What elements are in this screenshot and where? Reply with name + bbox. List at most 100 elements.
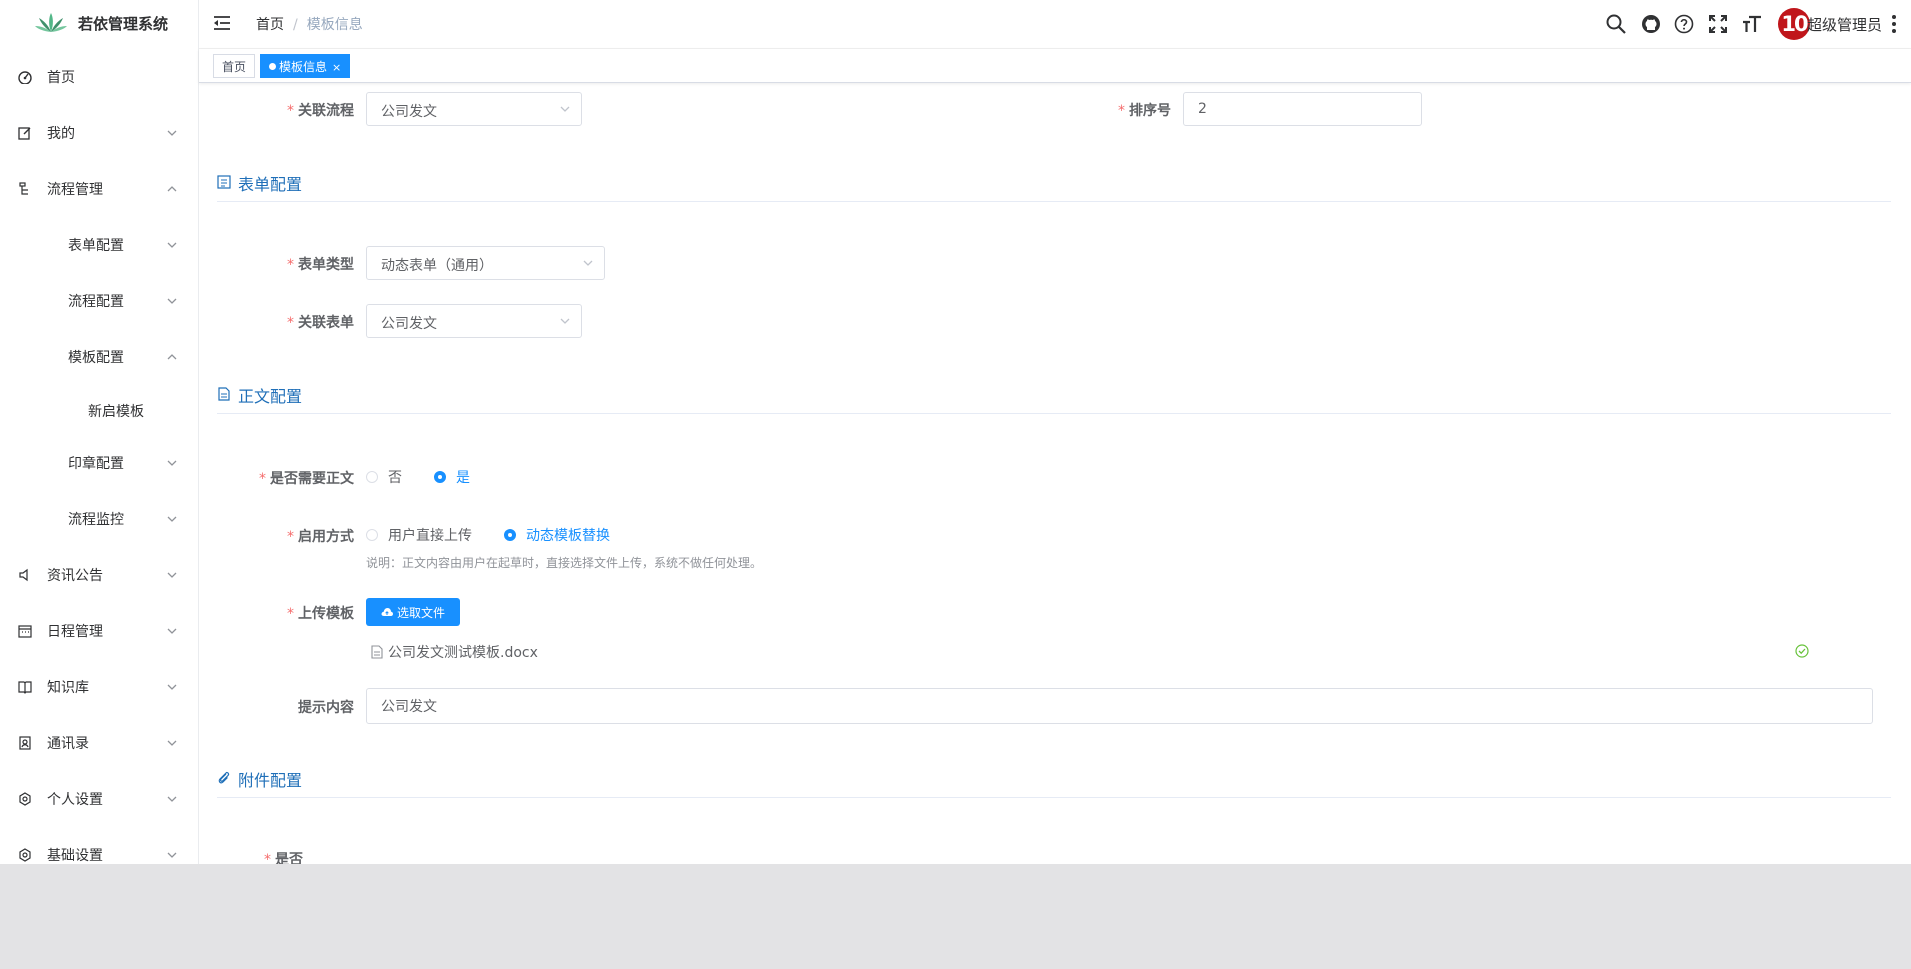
sidebar-item-schedule[interactable]: 日程管理	[0, 611, 198, 651]
chevron-up-icon	[167, 186, 177, 192]
chevron-down-icon	[167, 852, 177, 858]
avatar[interactable]: 10	[1778, 8, 1810, 40]
breadcrumb-home[interactable]: 首页	[256, 17, 284, 33]
sidebar-item-label: 新启模板	[88, 404, 144, 420]
enable-mode-radio-upload[interactable]: 用户直接上传	[366, 525, 472, 545]
form-type-select-value: 动态表单（通用）	[381, 258, 493, 274]
sort-input[interactable]	[1183, 92, 1422, 126]
sidebar-item-label: 我的	[47, 126, 75, 142]
section-attachment-config: 附件配置	[217, 767, 1891, 798]
enable-mode-hint: 说明：正文内容由用户在起草时，直接选择文件上传，系统不做任何处理。	[366, 556, 763, 570]
required-mark: *	[264, 852, 271, 864]
sidebar-item-label: 首页	[47, 70, 75, 86]
search-icon[interactable]	[1605, 13, 1627, 35]
top-navbar: 首页 / 模板信息 10 超级管理员	[199, 0, 1911, 49]
required-mark: *	[287, 606, 294, 622]
radio-circle	[366, 529, 378, 541]
document-icon	[371, 645, 383, 659]
paperclip-icon	[218, 771, 230, 784]
more-vertical-icon[interactable]	[1891, 14, 1897, 34]
contacts-icon	[17, 735, 33, 751]
tip-label: 提示内容	[298, 700, 354, 716]
need-body-radio-no[interactable]: 否	[366, 467, 402, 487]
chevron-down-icon	[167, 516, 177, 522]
chevron-down-icon	[167, 298, 177, 304]
sidebar-item-label: 模板配置	[68, 350, 124, 366]
sidebar-item-personal-settings[interactable]: 个人设置	[0, 779, 198, 819]
sort-label: * 排序号	[1118, 103, 1171, 119]
flow-select[interactable]: 公司发文	[366, 92, 582, 126]
help-icon[interactable]	[1673, 13, 1695, 35]
check-circle-icon	[1795, 644, 1809, 658]
sidebar-item-knowledge[interactable]: 知识库	[0, 667, 198, 707]
uploaded-file-item[interactable]: 公司发文测试模板.docx	[366, 639, 1809, 665]
github-icon[interactable]	[1640, 13, 1662, 35]
font-size-icon[interactable]	[1741, 13, 1763, 35]
sidebar-item-label: 通讯录	[47, 736, 89, 752]
radio-circle	[504, 529, 516, 541]
gear-icon	[17, 791, 33, 807]
sidebar-item-label: 资讯公告	[47, 568, 103, 584]
tag-home[interactable]: 首页	[213, 54, 256, 78]
sidebar-item-mine[interactable]: 我的	[0, 113, 198, 153]
breadcrumb: 首页 / 模板信息	[256, 14, 363, 34]
required-mark: *	[287, 315, 294, 331]
tree-icon	[17, 181, 33, 197]
sidebar-item-template-config[interactable]: 模板配置	[0, 337, 198, 377]
tag-template-info[interactable]: 模板信息 ×	[260, 54, 351, 78]
chevron-down-icon	[167, 796, 177, 802]
sidebar-item-form-config[interactable]: 表单配置	[0, 225, 198, 265]
hamburger-icon[interactable]	[213, 14, 231, 32]
active-dot-icon	[269, 63, 276, 70]
tag-label: 首页	[222, 60, 247, 74]
close-icon[interactable]: ×	[332, 61, 341, 74]
sidebar-item-label: 印章配置	[68, 456, 124, 472]
breadcrumb-separator: /	[293, 17, 298, 33]
form-type-label: * 表单类型	[287, 257, 354, 273]
chevron-down-icon	[167, 628, 177, 634]
related-form-select[interactable]: 公司发文	[366, 304, 582, 338]
app-title: 若依管理系统	[78, 15, 169, 33]
form-type-select[interactable]: 动态表单（通用）	[366, 246, 605, 280]
section-title: 表单配置	[238, 175, 303, 194]
chevron-down-icon	[167, 460, 177, 466]
sidebar-item-label: 流程监控	[68, 512, 124, 528]
radio-circle	[366, 471, 378, 483]
sidebar-item-flow-config[interactable]: 流程配置	[0, 281, 198, 321]
chevron-up-icon	[167, 354, 177, 360]
chevron-down-icon	[167, 684, 177, 690]
fullscreen-icon[interactable]	[1707, 13, 1729, 35]
sidebar-item-seal-config[interactable]: 印章配置	[0, 443, 198, 483]
required-mark: *	[287, 257, 294, 273]
tag-label: 模板信息	[279, 60, 328, 74]
sidebar-item-basic-settings[interactable]: 基础设置	[0, 835, 198, 864]
username[interactable]: 超级管理员	[1807, 14, 1882, 35]
sidebar-item-flow-monitor[interactable]: 流程监控	[0, 499, 198, 539]
radio-circle	[434, 471, 446, 483]
sidebar-item-contacts[interactable]: 通讯录	[0, 723, 198, 763]
sidebar-item-label: 基础设置	[47, 848, 103, 864]
template-form: *关联流程 公司发文 *排序号 表单配置 *表单类型 动态表单（通用） *关联表…	[199, 83, 1911, 864]
enable-mode-radio-dynamic[interactable]: 动态模板替换	[504, 525, 610, 545]
tags-view: 首页 模板信息 ×	[199, 49, 1911, 83]
tip-input[interactable]	[366, 688, 1873, 724]
upload-label: * 上传模板	[287, 606, 354, 622]
book-icon	[17, 679, 33, 695]
sidebar-item-news[interactable]: 资讯公告	[0, 555, 198, 595]
chevron-down-icon	[167, 130, 177, 136]
partial-label: * 是否	[199, 849, 303, 864]
section-title: 正文配置	[238, 387, 303, 406]
document-icon	[218, 387, 230, 401]
sidebar-item-home[interactable]: 首页	[0, 57, 198, 97]
chevron-down-icon	[167, 740, 177, 746]
sidebar-item-new-template[interactable]: 新启模板	[0, 391, 198, 431]
required-mark: *	[1118, 103, 1125, 119]
section-body-config: 正文配置	[217, 383, 1891, 414]
need-body-radio-yes[interactable]: 是	[434, 467, 470, 487]
logo[interactable]: 若依管理系统	[0, 0, 198, 48]
select-file-button[interactable]: 选取文件	[366, 598, 461, 626]
required-mark: *	[259, 471, 266, 487]
message-icon	[17, 567, 33, 583]
edit-icon	[17, 125, 33, 141]
sidebar-item-flow-management[interactable]: 流程管理	[0, 169, 198, 209]
